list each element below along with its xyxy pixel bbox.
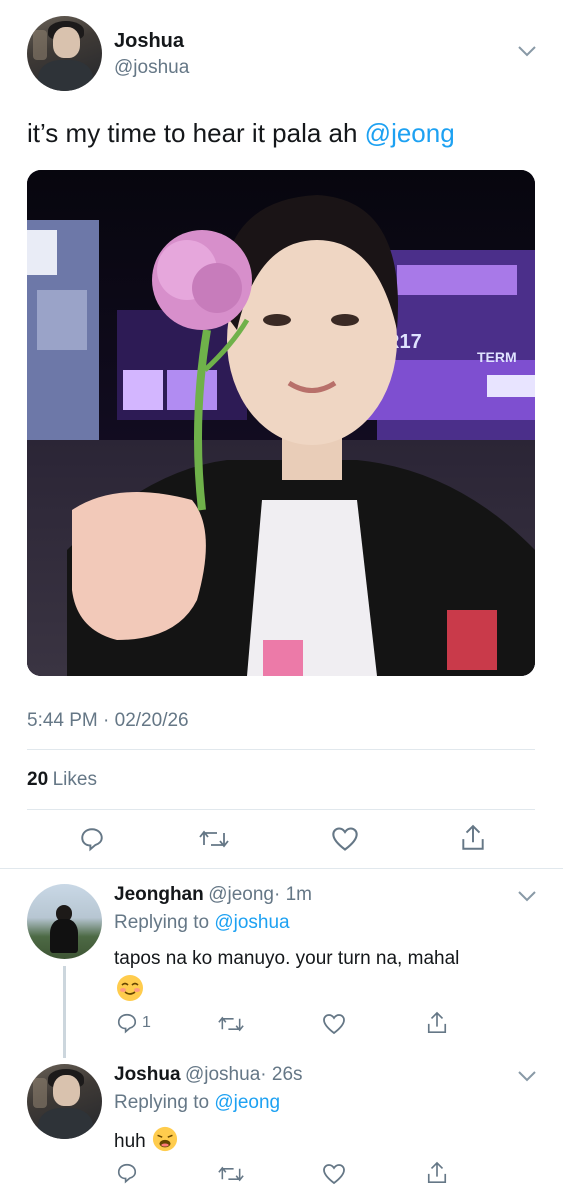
reply-time[interactable]: · 26s — [260, 1064, 302, 1085]
share-icon — [427, 1011, 447, 1033]
reply-text: tapos na ko manuyo. your turn na, mahal — [114, 948, 460, 969]
retweet-button[interactable] — [218, 1013, 244, 1035]
likes-count: 20 — [27, 769, 49, 790]
replying-to-label: Replying to — [114, 1092, 215, 1113]
chevron-down-icon[interactable] — [517, 1069, 537, 1088]
weary-face-emoji — [152, 1126, 178, 1158]
share-icon — [427, 1161, 447, 1183]
likes-stat[interactable]: 20 Likes — [27, 769, 97, 791]
author-name[interactable]: Joshua — [114, 30, 184, 53]
retweet-button[interactable] — [199, 826, 229, 852]
mention-link[interactable]: @jeong — [365, 118, 455, 148]
tweet-photo[interactable]: R17 TERM — [27, 170, 535, 676]
replying-to-mention[interactable]: @joshua — [214, 912, 289, 933]
reply-header: Jeonghan @jeong· 1m — [114, 884, 312, 906]
retweet-icon — [218, 1016, 244, 1032]
likes-label: Likes — [52, 769, 97, 790]
reply-text: huh — [114, 1126, 178, 1158]
retweet-icon — [218, 1166, 244, 1182]
tweet-text-body: it’s my time to hear it pala ah — [27, 118, 365, 148]
share-icon — [462, 824, 484, 850]
heart-icon — [323, 1164, 345, 1185]
chevron-down-icon[interactable] — [517, 889, 537, 908]
replying-to-label: Replying to — [114, 912, 215, 933]
chevron-down-icon[interactable] — [517, 44, 537, 63]
reply-button[interactable] — [116, 1162, 138, 1184]
reply-author-handle[interactable]: @jeong — [208, 884, 274, 905]
replying-to: Replying to @joshua — [114, 912, 290, 934]
reply-icon — [81, 828, 103, 852]
reply-count: 1 — [142, 1014, 151, 1031]
reply-button[interactable] — [79, 826, 105, 852]
like-button[interactable] — [322, 1163, 346, 1185]
reply-author-name[interactable]: Jeonghan — [114, 884, 204, 905]
divider — [0, 868, 563, 869]
author-avatar[interactable] — [27, 16, 102, 91]
share-button[interactable] — [426, 1161, 448, 1185]
reply-button[interactable]: 1 — [116, 1012, 151, 1034]
like-button[interactable] — [331, 826, 359, 852]
share-button[interactable] — [460, 824, 486, 852]
tweet-text: it’s my time to hear it pala ah @jeong — [27, 118, 455, 149]
reply-avatar[interactable] — [27, 1064, 102, 1139]
like-button[interactable] — [322, 1013, 346, 1035]
reply-icon — [117, 1013, 137, 1034]
divider — [27, 749, 535, 750]
replying-to: Replying to @jeong — [114, 1092, 280, 1114]
reply-time[interactable]: · 1m — [274, 884, 312, 905]
tweet-timestamp[interactable]: 5:44 PM · 02/20/26 — [27, 710, 189, 732]
reply-avatar[interactable] — [27, 884, 102, 959]
divider — [27, 809, 535, 810]
heart-icon — [323, 1014, 345, 1035]
smiling-blush-emoji — [116, 974, 144, 1007]
reply-author-name[interactable]: Joshua — [114, 1064, 181, 1085]
author-handle[interactable]: @joshua — [114, 57, 189, 79]
share-button[interactable] — [426, 1011, 448, 1035]
retweet-button[interactable] — [218, 1163, 244, 1185]
heart-icon — [332, 827, 358, 851]
thread-line — [63, 966, 66, 1058]
reply-header: Joshua @joshua· 26s — [114, 1064, 303, 1086]
sign-term: TERM — [477, 349, 517, 365]
replying-to-mention[interactable]: @jeong — [214, 1092, 280, 1113]
reply-icon — [117, 1163, 137, 1184]
reply-text-body: huh — [114, 1131, 146, 1152]
retweet-icon — [199, 830, 229, 848]
reply-author-handle[interactable]: @joshua — [185, 1064, 260, 1085]
